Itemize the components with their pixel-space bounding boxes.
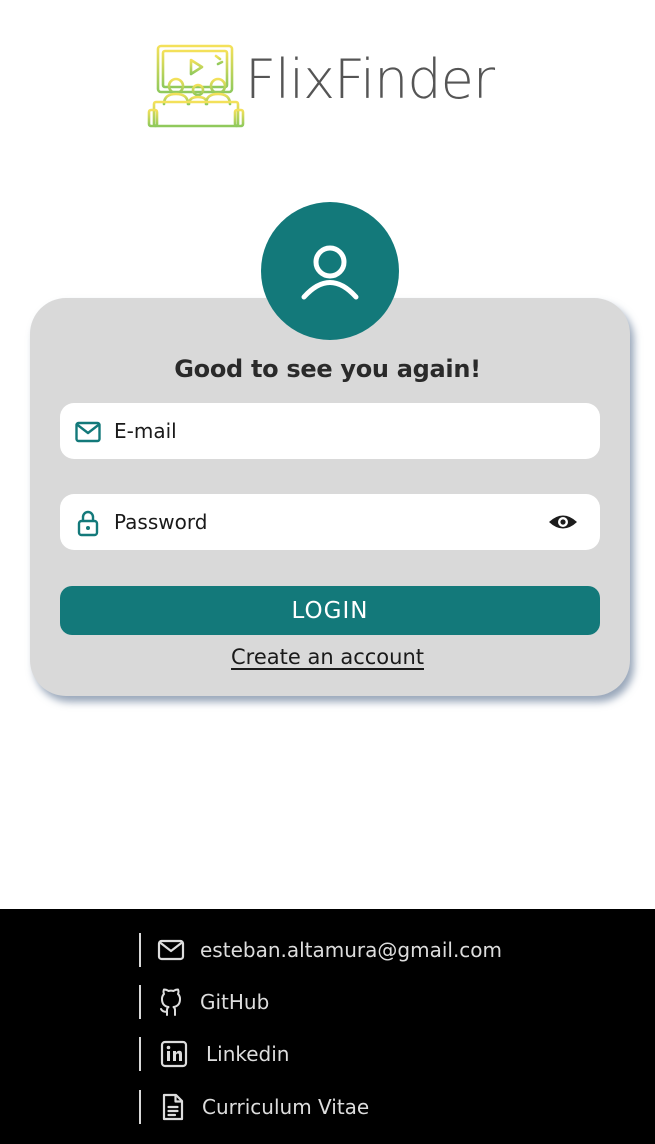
cinema-audience-icon <box>147 44 245 128</box>
email-field <box>60 403 600 459</box>
footer-github-label: GitHub <box>200 990 270 1014</box>
footer-linkedin-link[interactable]: Linkedin <box>139 1037 289 1071</box>
footer: esteban.altamura@gmail.com GitHub Linked… <box>0 909 655 1144</box>
user-icon <box>301 245 359 300</box>
brand-name: FlixFinder <box>245 48 495 111</box>
password-input[interactable] <box>114 494 574 550</box>
mail-icon <box>156 935 186 965</box>
brand-logo: FlixFinder <box>146 40 526 132</box>
lock-icon <box>77 510 99 537</box>
footer-cv-label: Curriculum Vitae <box>202 1095 370 1119</box>
footer-github-link[interactable]: GitHub <box>139 985 269 1019</box>
login-button[interactable]: LOGIN <box>60 586 600 635</box>
avatar <box>261 202 399 340</box>
document-icon <box>158 1092 188 1122</box>
login-heading: Good to see you again! <box>174 355 481 383</box>
footer-cv-link[interactable]: Curriculum Vitae <box>139 1090 369 1124</box>
github-icon <box>156 987 186 1017</box>
linkedin-icon <box>159 1039 189 1069</box>
password-field <box>60 494 600 550</box>
footer-email-label: esteban.altamura@gmail.com <box>200 938 503 962</box>
footer-email-link[interactable]: esteban.altamura@gmail.com <box>139 933 502 967</box>
footer-linkedin-label: Linkedin <box>206 1042 290 1066</box>
create-account-link[interactable]: Create an account <box>0 645 655 669</box>
email-input[interactable] <box>114 403 574 459</box>
eye-icon[interactable] <box>548 510 578 534</box>
mail-icon <box>75 421 101 443</box>
